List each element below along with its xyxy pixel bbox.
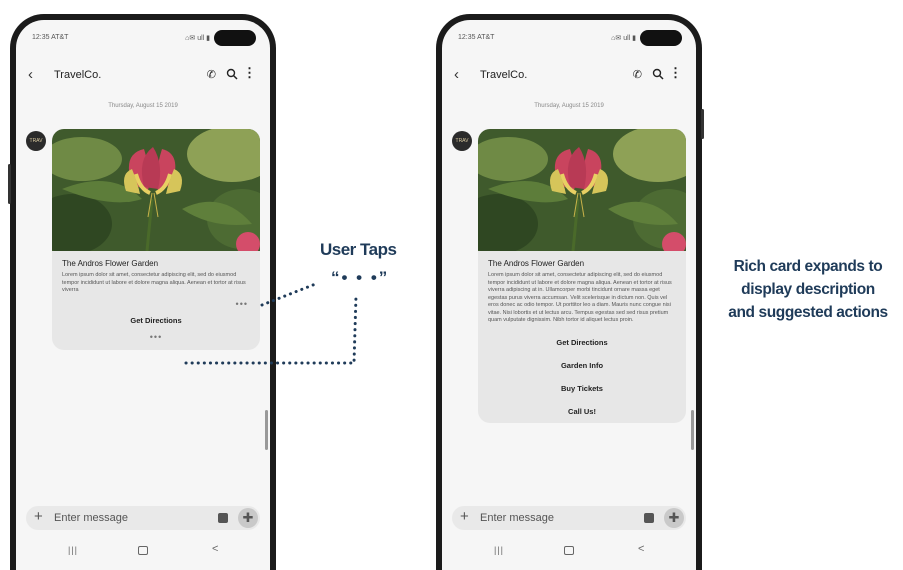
status-time: 12:35 AT&T (32, 34, 69, 41)
card-title: The Andros Flower Garden (488, 259, 585, 268)
back-arrow-icon[interactable]: ‹ (454, 67, 459, 83)
nav-back-icon[interactable]: < (638, 543, 644, 555)
contact-name: TravelCo. (480, 69, 528, 81)
phone-collapsed-card: 12:35 AT&T ⌂✉ ull ▮ ‹ TravelCo. ✆ ⋮ Thur… (8, 14, 276, 570)
voice-send-button[interactable]: ✚ (238, 508, 258, 528)
message-input[interactable] (480, 506, 630, 530)
rich-card-collapsed[interactable]: The Andros Flower Garden Lorem ipsum dol… (52, 129, 260, 350)
app-bar: ‹ TravelCo. ✆ ⋮ (442, 66, 696, 88)
expand-dots-button[interactable]: ••• (52, 295, 260, 309)
caption-line: display description (741, 281, 875, 298)
search-icon[interactable] (226, 68, 238, 80)
status-icons: ⌂✉ ull ▮ (611, 35, 636, 42)
flower-image (478, 129, 686, 251)
call-us-button[interactable]: Call Us! (478, 400, 686, 423)
status-time: 12:35 AT&T (458, 34, 495, 41)
camera-cutout (214, 30, 256, 46)
plus-icon[interactable]: + (34, 507, 43, 527)
more-options-icon[interactable]: ⋮ (243, 66, 256, 80)
status-bar: 12:35 AT&T ⌂✉ ull ▮ (458, 30, 682, 46)
status-bar: 12:35 AT&T ⌂✉ ull ▮ (32, 30, 256, 46)
contact-name: TravelCo. (54, 69, 102, 81)
camera-cutout (640, 30, 682, 46)
sticker-icon[interactable] (644, 513, 654, 523)
scrollbar[interactable] (265, 410, 268, 450)
caption-line: Rich card expands to (733, 258, 883, 275)
message-composer: + ✚ (452, 506, 686, 530)
system-nav-bar: ||| < (442, 542, 696, 562)
card-title: The Andros Flower Garden (62, 259, 159, 268)
get-directions-button[interactable]: Get Directions (52, 309, 260, 332)
message-composer: + ✚ (26, 506, 260, 530)
expansion-caption: Rich card expands to display description… (717, 255, 899, 324)
more-actions-dots-button[interactable]: ••• (52, 332, 260, 350)
status-icons: ⌂✉ ull ▮ (185, 35, 210, 42)
back-arrow-icon[interactable]: ‹ (28, 67, 33, 83)
card-description: Lorem ipsum dolor sit amet, consectetur … (488, 272, 672, 323)
garden-info-button[interactable]: Garden Info (478, 354, 686, 377)
app-bar: ‹ TravelCo. ✆ ⋮ (16, 66, 270, 88)
phone-call-icon[interactable]: ✆ (207, 68, 216, 81)
tap-dots-label: “• • •” (331, 268, 390, 287)
phone-expanded-card: 12:35 AT&T ⌂✉ ull ▮ ‹ TravelCo. ✆ ⋮ Thur… (436, 14, 704, 570)
rich-card-expanded[interactable]: The Andros Flower Garden Lorem ipsum dol… (478, 129, 686, 423)
home-icon[interactable] (564, 546, 574, 555)
recents-icon[interactable]: ||| (68, 545, 78, 555)
search-icon[interactable] (652, 68, 664, 80)
card-description: Lorem ipsum dolor sit amet, consectetur … (62, 272, 246, 293)
messages-screen: 12:35 AT&T ⌂✉ ull ▮ ‹ TravelCo. ✆ ⋮ Thur… (442, 20, 696, 570)
sender-avatar: TRAV (26, 131, 46, 151)
volume-button (8, 164, 11, 204)
system-nav-bar: ||| < (16, 542, 270, 562)
user-taps-label: User Taps (320, 240, 397, 259)
get-directions-button[interactable]: Get Directions (478, 331, 686, 354)
phone-call-icon[interactable]: ✆ (633, 68, 642, 81)
message-input[interactable] (54, 506, 204, 530)
sticker-icon[interactable] (218, 513, 228, 523)
messages-screen: 12:35 AT&T ⌂✉ ull ▮ ‹ TravelCo. ✆ ⋮ Thur… (16, 20, 270, 570)
recents-icon[interactable]: ||| (494, 545, 504, 555)
scrollbar[interactable] (691, 410, 694, 450)
buy-tickets-button[interactable]: Buy Tickets (478, 377, 686, 400)
flower-image (52, 129, 260, 251)
power-button (701, 109, 704, 139)
date-label: Thursday, August 15 2019 (534, 103, 604, 109)
more-options-icon[interactable]: ⋮ (669, 66, 682, 80)
date-label: Thursday, August 15 2019 (108, 103, 178, 109)
plus-icon[interactable]: + (460, 507, 469, 527)
nav-back-icon[interactable]: < (212, 543, 218, 555)
sender-avatar: TRAV (452, 131, 472, 151)
caption-line: and suggested actions (728, 304, 888, 321)
voice-send-button[interactable]: ✚ (664, 508, 684, 528)
home-icon[interactable] (138, 546, 148, 555)
